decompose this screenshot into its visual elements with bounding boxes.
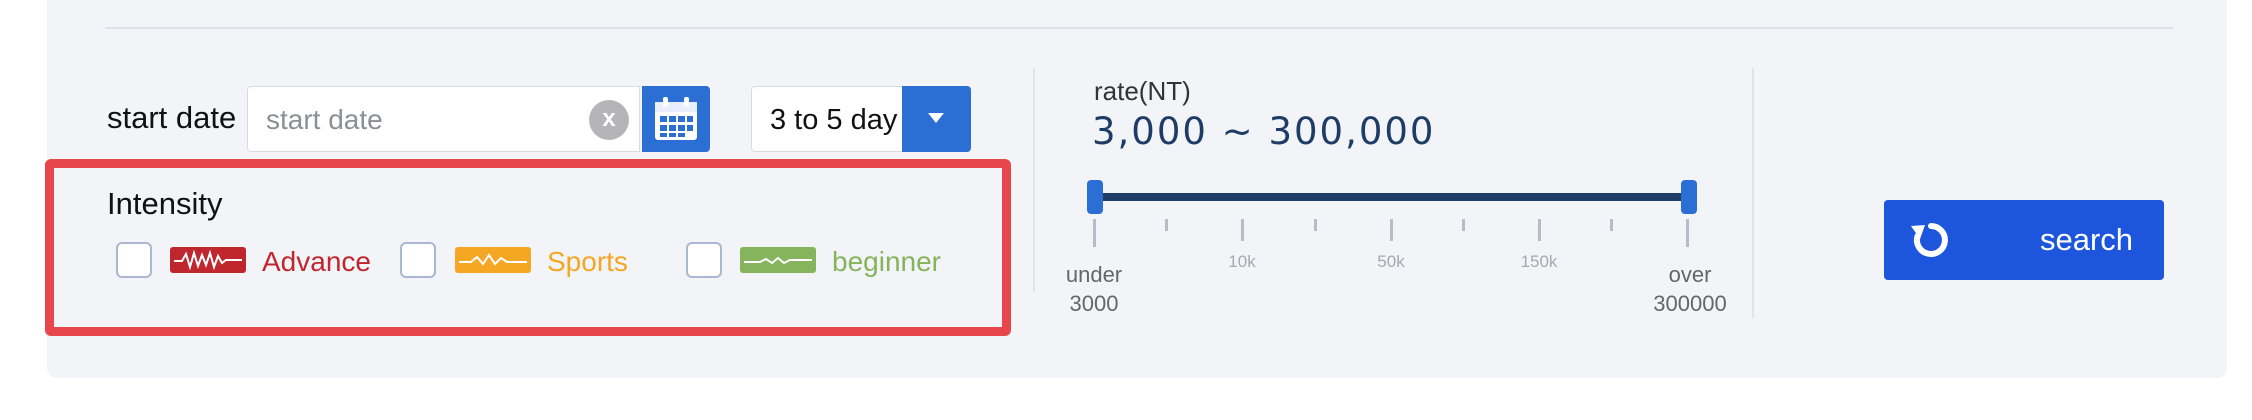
slider-tick <box>1241 219 1244 241</box>
start-date-input[interactable] <box>264 87 588 153</box>
advance-intensity-icon <box>170 247 246 273</box>
slider-tick <box>1462 219 1465 231</box>
rate-title: rate(NT) <box>1094 76 1191 106</box>
sports-label[interactable]: Sports <box>547 246 628 278</box>
advance-label[interactable]: Advance <box>262 246 371 278</box>
rate-range-value: 3,000 ~ 300,000 <box>1092 110 1436 153</box>
slider-tick-label: 150k <box>1520 252 1558 271</box>
slider-tick-label: 10k <box>1228 252 1256 271</box>
advance-checkbox[interactable] <box>116 242 152 278</box>
column-divider <box>1752 68 1754 318</box>
clear-date-button[interactable]: x <box>589 100 629 140</box>
caret-down-icon <box>928 113 944 123</box>
sports-checkbox[interactable] <box>400 242 436 278</box>
intensity-title: Intensity <box>107 186 223 221</box>
calendar-button[interactable] <box>642 86 710 152</box>
slider-tick <box>1538 219 1541 241</box>
divider <box>105 27 2173 29</box>
duration-dropdown-button[interactable] <box>902 86 971 152</box>
start-date-field: x <box>247 86 640 153</box>
beginner-checkbox[interactable] <box>686 242 722 278</box>
rate-slider-track[interactable] <box>1095 193 1691 201</box>
search-label: search <box>2040 222 2134 257</box>
reset-icon <box>1911 223 1948 257</box>
slider-tick <box>1686 219 1689 247</box>
slider-tick <box>1314 219 1317 231</box>
beginner-label[interactable]: beginner <box>832 246 941 278</box>
calendar-icon <box>655 97 697 140</box>
search-button[interactable]: search <box>1884 200 2164 280</box>
slider-tick <box>1390 219 1393 241</box>
rate-min-handle[interactable] <box>1087 180 1103 214</box>
duration-value: 3 to 5 day <box>770 104 898 136</box>
rate-min-label: under 3000 <box>1065 262 1123 316</box>
rate-max-label: over 300000 <box>1653 262 1727 316</box>
slider-tick <box>1093 219 1096 247</box>
start-date-label: start date <box>107 100 237 135</box>
rate-max-handle[interactable] <box>1681 180 1697 214</box>
slider-tick <box>1610 219 1613 231</box>
slider-tick-label: 50k <box>1377 252 1405 271</box>
sports-intensity-icon <box>455 247 531 273</box>
column-divider <box>1033 68 1035 292</box>
slider-tick <box>1165 219 1168 231</box>
beginner-intensity-icon <box>740 247 816 273</box>
